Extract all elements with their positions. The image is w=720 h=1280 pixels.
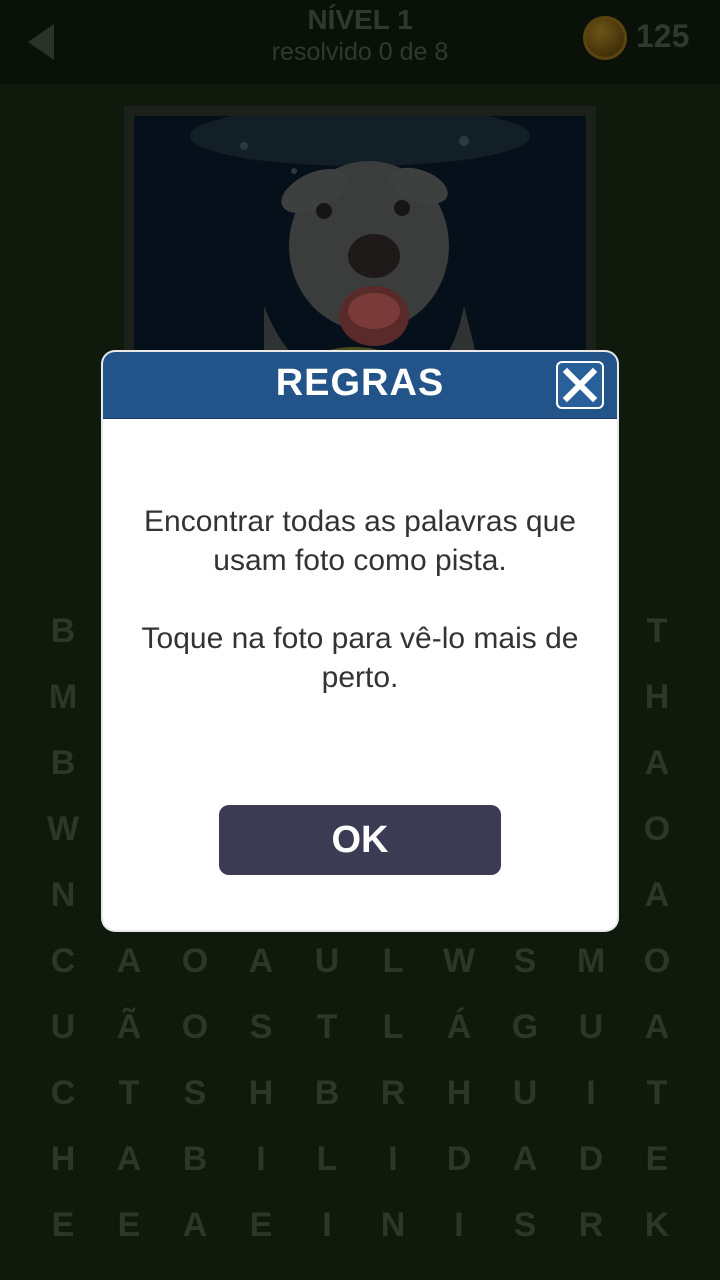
close-button[interactable] xyxy=(556,361,604,409)
rules-paragraph-1: Encontrar todas as palavras que usam fot… xyxy=(144,505,576,577)
rules-paragraph-2: Toque na foto para vê-lo mais de perto. xyxy=(141,622,579,694)
dialog-header: REGRAS xyxy=(103,352,617,419)
rules-dialog: REGRAS Encontrar todas as palavras que u… xyxy=(103,352,617,930)
rules-text: Encontrar todas as palavras que usam fot… xyxy=(123,502,597,697)
close-icon[interactable] xyxy=(562,367,598,403)
ok-button[interactable]: OK xyxy=(219,805,501,875)
dialog-title: REGRAS xyxy=(275,362,445,404)
